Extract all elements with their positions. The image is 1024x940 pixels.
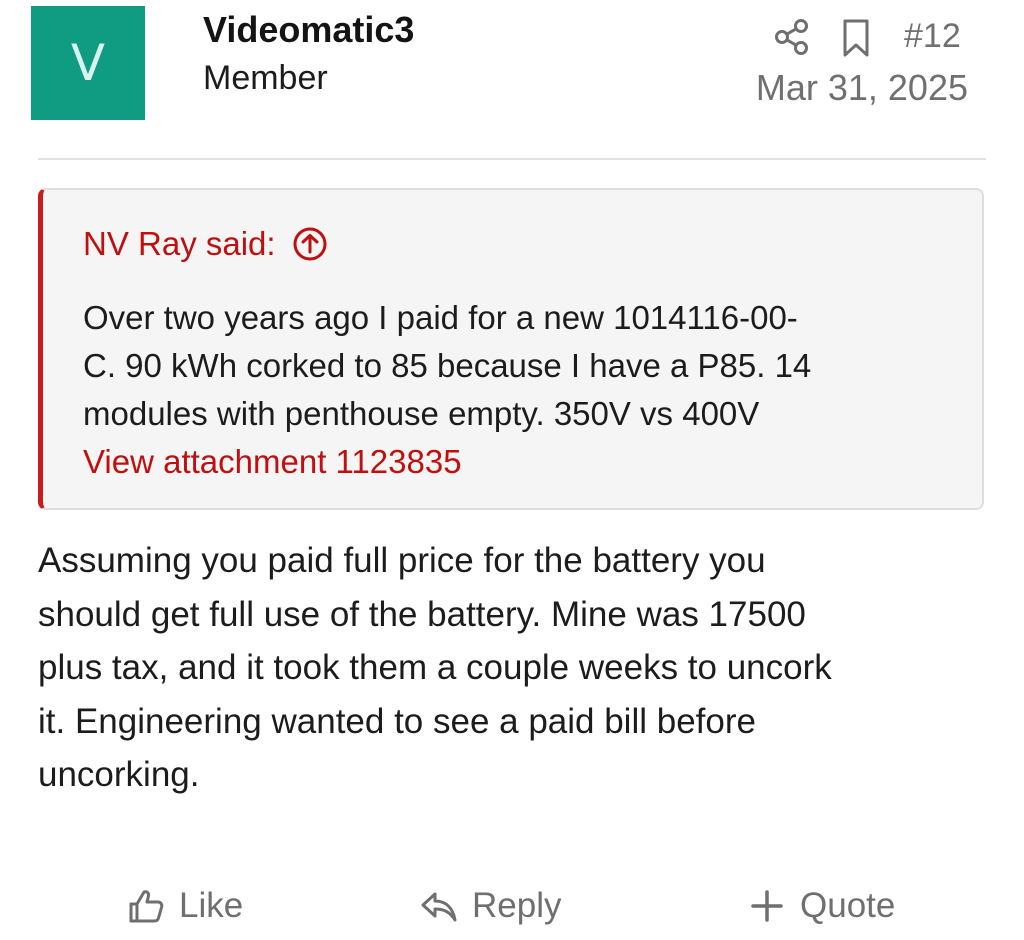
- username[interactable]: Videomatic3: [203, 8, 414, 52]
- quote-line: Over two years ago I paid for a new 1014…: [83, 299, 798, 336]
- reply-label: Reply: [472, 886, 562, 925]
- quote-block: NV Ray said: Over two years ago I paid f…: [38, 188, 984, 510]
- body-line: uncorking.: [38, 755, 200, 794]
- bookmark-icon[interactable]: [840, 18, 872, 58]
- quote-line: C. 90 kWh corked to 85 because I have a …: [83, 347, 812, 384]
- body-line: Assuming you paid full price for the bat…: [38, 541, 766, 580]
- body-line: it. Engineering wanted to see a paid bil…: [38, 701, 756, 741]
- post-body: Assuming you paid full price for the bat…: [38, 534, 998, 802]
- like-button[interactable]: Like: [127, 880, 243, 932]
- body-line: plus tax, and it took them a couple week…: [38, 648, 832, 687]
- share-icon[interactable]: [774, 18, 810, 56]
- post-date[interactable]: Mar 31, 2025: [756, 66, 968, 110]
- quote-label: Quote: [800, 886, 896, 925]
- arrow-up-circle-icon[interactable]: [292, 226, 328, 262]
- reply-button[interactable]: Reply: [420, 880, 561, 932]
- user-role: Member: [203, 59, 328, 97]
- thumbs-up-icon: [129, 890, 164, 923]
- reply-arrow-icon: [421, 892, 457, 922]
- quote-header[interactable]: NV Ray said:: [83, 222, 328, 266]
- post-number-link[interactable]: #12: [904, 14, 961, 58]
- avatar-letter: V: [70, 34, 106, 92]
- header-divider: [38, 158, 986, 160]
- like-label: Like: [179, 886, 244, 925]
- avatar[interactable]: V: [31, 6, 145, 120]
- quote-line: modules with penthouse empty. 350V vs 40…: [83, 395, 760, 432]
- plus-icon: [751, 890, 783, 922]
- quote-author[interactable]: NV Ray said:: [83, 222, 276, 266]
- quote-button[interactable]: Quote: [748, 880, 895, 932]
- body-line: should get full use of the battery. Mine…: [38, 594, 806, 634]
- attachment-link[interactable]: View attachment 1123835: [83, 438, 462, 486]
- quote-text: Over two years ago I paid for a new 1014…: [83, 294, 953, 438]
